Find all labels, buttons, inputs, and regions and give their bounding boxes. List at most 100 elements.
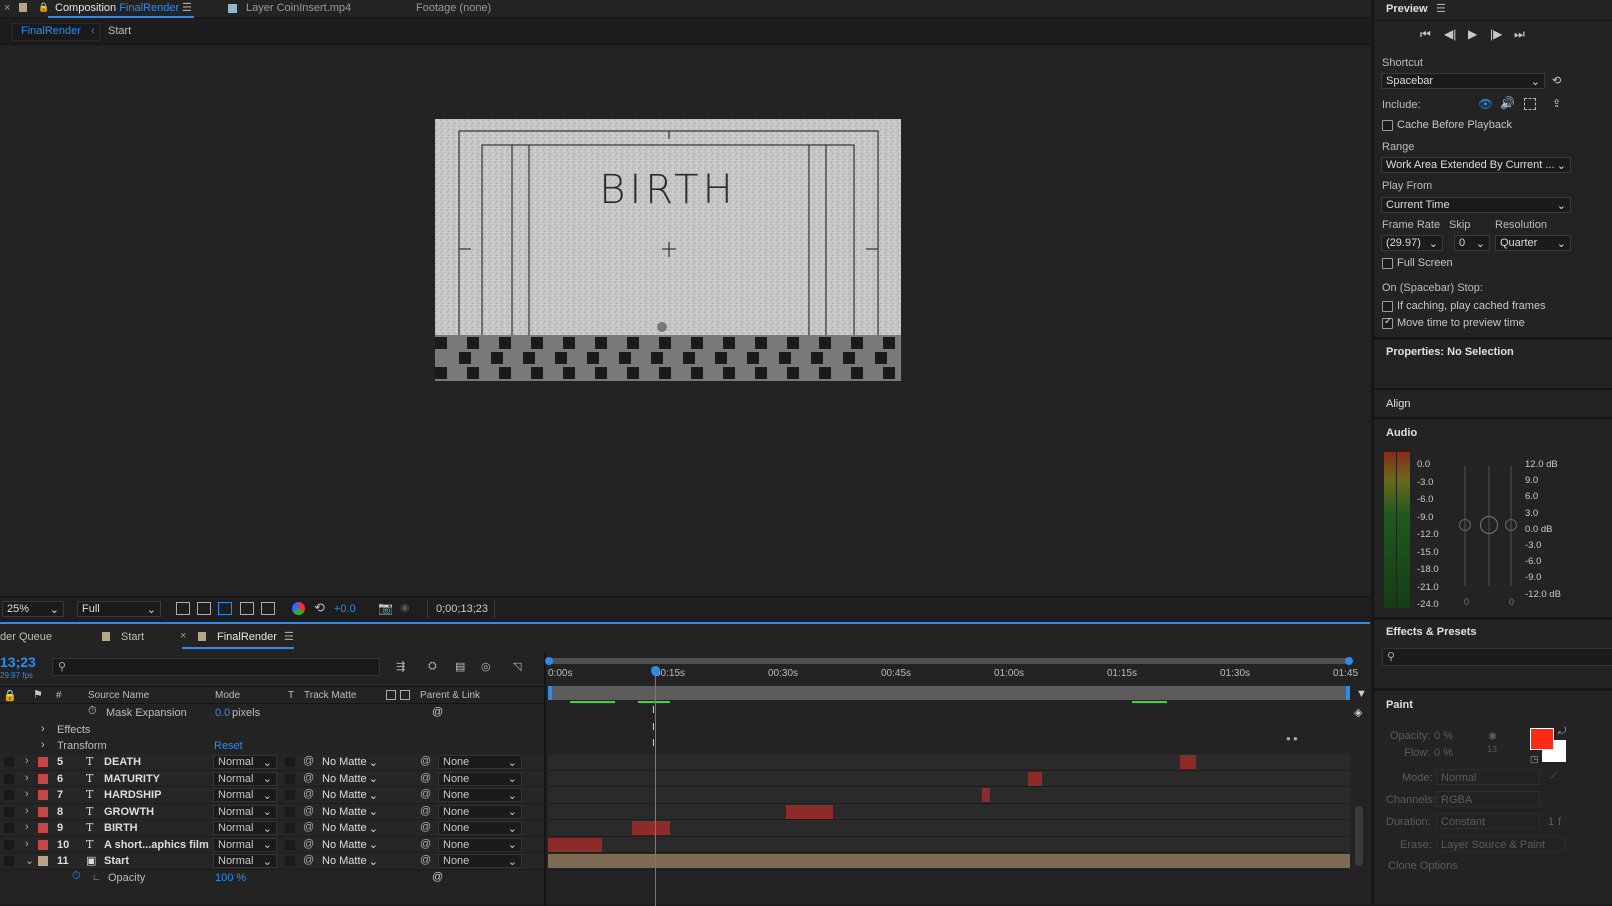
- effects-group[interactable]: Effects: [57, 724, 90, 736]
- frame-blending-icon[interactable]: ◎: [481, 660, 491, 673]
- preserve-transparency-toggle[interactable]: [285, 757, 295, 767]
- chevron-right-icon[interactable]: ›: [25, 788, 29, 800]
- play-from-dropdown[interactable]: Current Time ⌄: [1381, 197, 1571, 213]
- layer-name[interactable]: GROWTH: [104, 806, 154, 818]
- layer-label-color[interactable]: [38, 773, 48, 784]
- include-video-icon[interactable]: 👁: [1478, 97, 1493, 111]
- shortcut-dropdown[interactable]: Spacebar ⌄: [1381, 73, 1545, 89]
- timeline-search-input[interactable]: ⚲: [52, 658, 380, 676]
- layer-row[interactable]: › 7 T HARDSHIP Normal ⌄ @ No Matte ⌄ @ Non…: [0, 787, 544, 804]
- parent-dropdown[interactable]: None ⌄: [438, 804, 522, 819]
- layer-label-color[interactable]: [38, 856, 48, 866]
- grid-guides-icon[interactable]: [261, 602, 275, 615]
- pickwhip-icon[interactable]: @: [303, 805, 314, 817]
- visibility-toggle[interactable]: [4, 839, 14, 850]
- layer-track[interactable]: [548, 853, 1350, 870]
- lock-icon[interactable]: 🔒: [3, 689, 17, 702]
- transparency-grid-icon[interactable]: [197, 602, 211, 615]
- shy-layers-icon[interactable]: ▤: [455, 660, 465, 673]
- resolution-dropdown[interactable]: Full ⌄: [77, 601, 161, 617]
- preserve-transparency-toggle[interactable]: [285, 773, 295, 784]
- layer-track[interactable]: [548, 836, 1350, 853]
- stopwatch-icon[interactable]: ⏱: [72, 870, 81, 883]
- audio-master-slider-knob[interactable]: [1480, 516, 1498, 534]
- clone-options-label[interactable]: Clone Options: [1388, 860, 1458, 872]
- breadcrumb-start[interactable]: Start: [108, 25, 131, 37]
- comp-marker-bin-icon[interactable]: ◈: [1354, 706, 1362, 719]
- current-time[interactable]: 13;23: [0, 654, 36, 670]
- pickwhip-icon[interactable]: @: [420, 772, 431, 784]
- layer-row[interactable]: › 8 T GROWTH Normal ⌄ @ No Matte ⌄ @ None ⌄: [0, 803, 544, 820]
- paint-mode-dropdown[interactable]: Normal: [1436, 769, 1540, 785]
- channel-icon[interactable]: [292, 602, 305, 615]
- visibility-toggle[interactable]: [4, 757, 14, 767]
- visibility-toggle[interactable]: [4, 773, 14, 784]
- close-icon[interactable]: ×: [180, 630, 186, 642]
- swap-colors-icon[interactable]: ⤾: [1558, 726, 1566, 737]
- tab-render-queue[interactable]: der Queue: [0, 631, 52, 643]
- keyframe-icon[interactable]: ● ●: [1286, 734, 1298, 743]
- pickwhip-icon[interactable]: @: [420, 788, 431, 800]
- timeline-track-area[interactable]: 0:00s 00:15s 00:30s 00:45s 01:00s 01:15s 01:30…: [545, 656, 1358, 906]
- parent-dropdown[interactable]: None ⌄: [438, 837, 522, 852]
- opacity-value[interactable]: 100 %: [215, 872, 246, 884]
- visibility-toggle[interactable]: [4, 823, 14, 833]
- paint-erase-dropdown[interactable]: Layer Source & Paint: [1436, 836, 1566, 852]
- chevron-right-icon[interactable]: ›: [25, 805, 29, 817]
- play-icon[interactable]: ▶: [1468, 27, 1477, 41]
- mode-dropdown[interactable]: Normal ⌄: [213, 771, 277, 786]
- chevron-right-icon[interactable]: ›: [25, 772, 29, 784]
- pickwhip-icon[interactable]: @: [420, 821, 431, 833]
- reset-icon[interactable]: ⟲: [1552, 74, 1561, 87]
- mask-visibility-icon[interactable]: [218, 602, 232, 615]
- comp-mini-flowchart-icon[interactable]: ⇶: [396, 660, 405, 673]
- visibility-toggle[interactable]: [4, 806, 14, 817]
- effects-search-input[interactable]: ⚲: [1382, 648, 1612, 666]
- pickwhip-icon[interactable]: @: [303, 788, 314, 800]
- full-screen-checkbox[interactable]: Full Screen: [1382, 257, 1453, 269]
- layer-row[interactable]: ⌄ 11 ▣ Start Normal ⌄ @ No Matte ⌄ @ None ⌄: [0, 853, 544, 870]
- track-matte-dropdown[interactable]: No Matte ⌄: [318, 854, 382, 868]
- pickwhip-icon[interactable]: @: [303, 854, 314, 866]
- include-overlays-icon[interactable]: [1524, 98, 1536, 110]
- parent-dropdown[interactable]: None ⌄: [438, 788, 522, 802]
- pickwhip-icon[interactable]: @: [420, 854, 431, 866]
- layer-label-color[interactable]: [38, 757, 48, 767]
- layer-duration-bar[interactable]: [982, 788, 990, 802]
- preserve-transparency-toggle[interactable]: [285, 839, 295, 850]
- if-caching-checkbox[interactable]: If caching, play cached frames: [1382, 300, 1546, 312]
- default-colors-icon[interactable]: ◳: [1530, 754, 1539, 765]
- paint-duration-dropdown[interactable]: Constant: [1436, 813, 1540, 829]
- parent-dropdown[interactable]: None ⌄: [438, 771, 522, 786]
- tab-start[interactable]: Start: [121, 631, 144, 643]
- move-time-checkbox[interactable]: Move time to preview time: [1382, 316, 1525, 329]
- cache-before-playback-checkbox[interactable]: Cache Before Playback: [1382, 119, 1512, 131]
- footage-tab[interactable]: Footage (none): [416, 2, 491, 14]
- pickwhip-icon[interactable]: @: [420, 838, 431, 850]
- graph-editor-icon[interactable]: ◹: [513, 660, 521, 673]
- scrollbar-thumb[interactable]: [1355, 806, 1363, 866]
- chevron-right-icon[interactable]: ›: [41, 739, 45, 751]
- pickwhip-icon[interactable]: @: [432, 871, 443, 883]
- parent-dropdown[interactable]: None ⌄: [438, 755, 522, 769]
- region-of-interest-icon[interactable]: [240, 602, 254, 615]
- visibility-toggle[interactable]: [4, 856, 14, 866]
- pickwhip-icon[interactable]: @: [420, 755, 431, 767]
- previous-frame-icon[interactable]: ◀︎|: [1444, 27, 1456, 41]
- track-matte-dropdown[interactable]: No Matte ⌄: [318, 805, 382, 819]
- chevron-right-icon[interactable]: ›: [25, 838, 29, 850]
- eyedropper-icon[interactable]: ⟋: [1550, 770, 1558, 783]
- layer-row[interactable]: › 6 T MATURITY Normal ⌄ @ No Matte ⌄ @ Non…: [0, 770, 544, 787]
- layer-track[interactable]: [548, 803, 1350, 820]
- track-matte-dropdown[interactable]: No Matte ⌄: [318, 838, 382, 852]
- label-tag-icon[interactable]: ⚑: [33, 688, 43, 701]
- layer-track[interactable]: [548, 820, 1350, 837]
- mode-dropdown[interactable]: Normal ⌄: [213, 755, 277, 769]
- mode-dropdown[interactable]: Normal ⌄: [213, 821, 277, 835]
- layer-row[interactable]: › 10 T A short...aphics film Normal ⌄ @ N…: [0, 836, 544, 853]
- viewer-timecode[interactable]: 0;00;13;23: [436, 603, 488, 615]
- layer-name[interactable]: A short...aphics film: [104, 839, 209, 851]
- layer-label-color[interactable]: [38, 839, 48, 850]
- composition-viewer[interactable]: BIRTH: [0, 46, 1370, 596]
- track-matte-dropdown[interactable]: No Matte ⌄: [318, 821, 382, 835]
